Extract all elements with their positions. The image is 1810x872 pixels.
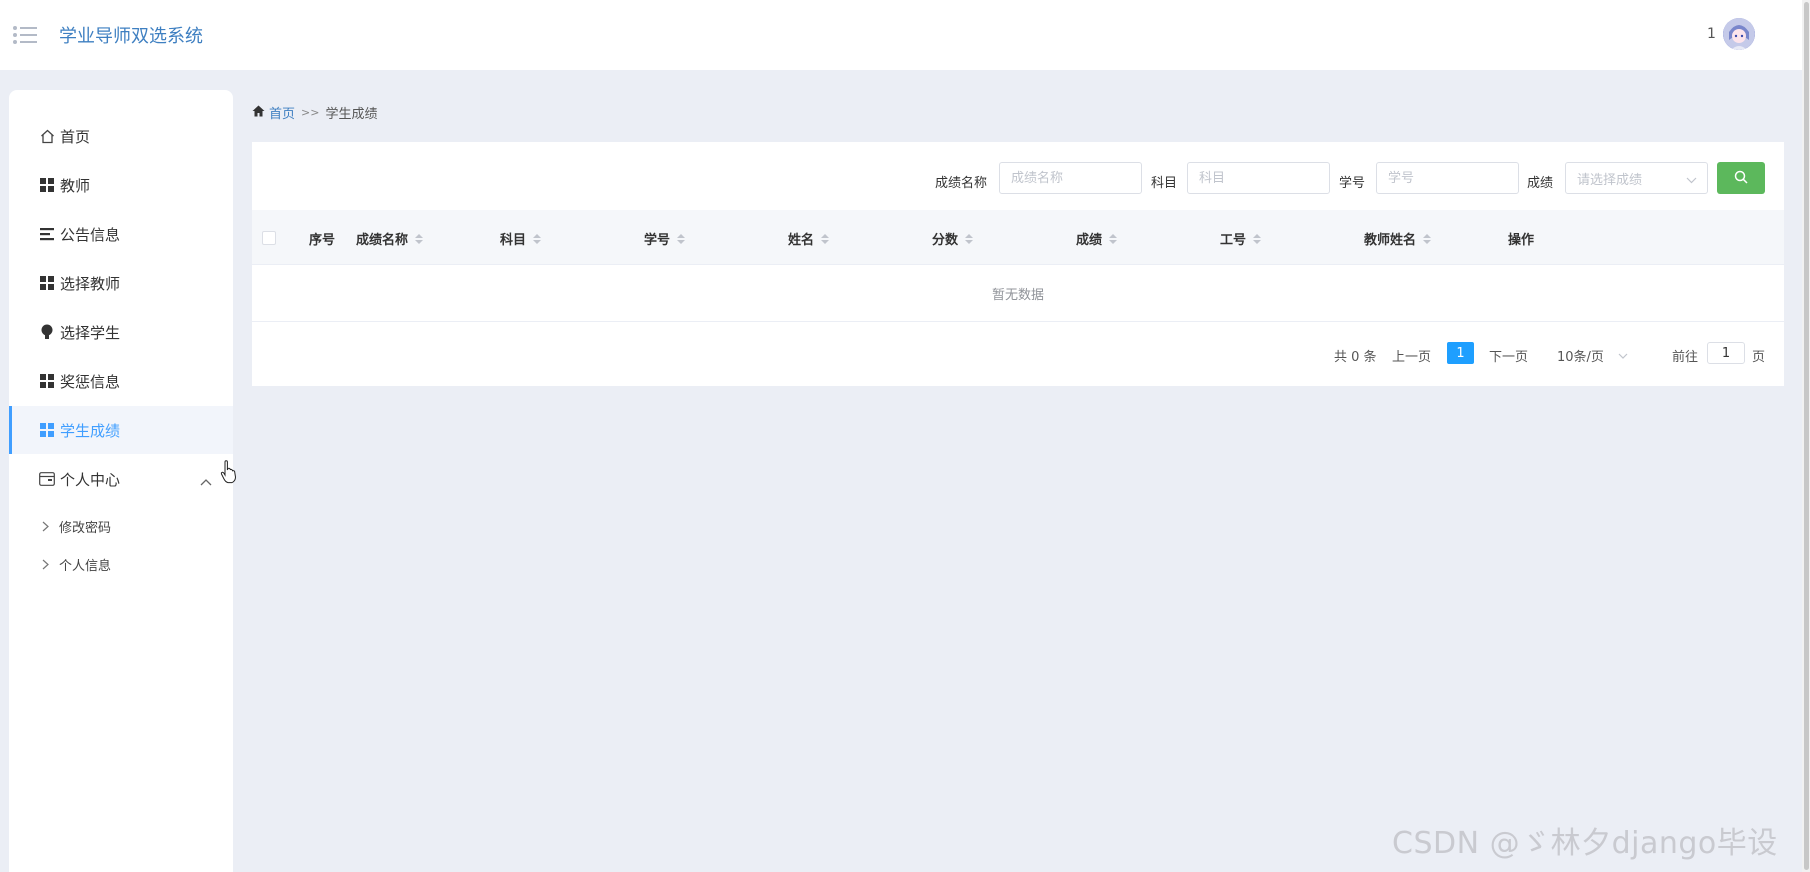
- pagination-page-1[interactable]: 1: [1447, 342, 1474, 364]
- subject-label: 科目: [1151, 176, 1178, 191]
- table-header: 序号 成绩名称 科目 学号 姓名 分数 成绩 工号 教师姓名 操作: [252, 210, 1784, 265]
- chevron-right-icon: [42, 559, 49, 570]
- sidebar-item-label: 选择教师: [60, 274, 121, 293]
- pagination-page-size-label: 10条/页: [1557, 350, 1604, 365]
- select-all-checkbox[interactable]: [262, 231, 276, 245]
- breadcrumb-separator: >>: [301, 106, 320, 119]
- sort-icon[interactable]: [821, 233, 830, 244]
- sidebar-item-choose-student[interactable]: 选择学生: [9, 308, 233, 356]
- student-id-input[interactable]: [1376, 162, 1519, 194]
- grade-name-label: 成绩名称: [935, 176, 988, 191]
- watermark: CSDN @ゞ林夕django毕设: [1392, 826, 1778, 861]
- page-scrollbar-thumb[interactable]: [1804, 2, 1809, 870]
- sidebar-item-home[interactable]: 首页: [9, 112, 233, 160]
- grid-icon: [39, 275, 55, 291]
- sidebar-item-label: 奖惩信息: [60, 372, 121, 391]
- grades-card: 成绩名称 科目 学号 成绩 请选择成绩 序号 成绩名称 科目 学号 姓名 分数 …: [252, 142, 1784, 386]
- pagination-goto-label: 前往: [1672, 350, 1699, 365]
- pagination-prev-button[interactable]: 上一页: [1392, 346, 1431, 365]
- column-header-name[interactable]: 姓名: [788, 229, 830, 248]
- pagination-page-size-select[interactable]: 10条/页: [1557, 346, 1628, 365]
- pagination-total: 共 0 条: [1334, 350, 1377, 365]
- sort-icon[interactable]: [1423, 233, 1432, 244]
- subject-input[interactable]: [1187, 162, 1330, 194]
- sidebar-subitem-personal-info[interactable]: 个人信息: [9, 547, 233, 581]
- chevron-up-icon: [200, 472, 212, 490]
- chevron-down-icon: [1618, 348, 1628, 363]
- grade-label: 成绩: [1527, 176, 1554, 191]
- app-title: 学业导师双选系统: [59, 26, 203, 47]
- pagination-page-unit: 页: [1752, 350, 1766, 365]
- column-header-staff-id[interactable]: 工号: [1220, 229, 1262, 248]
- list-icon: [39, 226, 55, 242]
- column-header-score[interactable]: 分数: [932, 229, 974, 248]
- search-icon: [1734, 169, 1748, 188]
- chevron-down-icon: [1686, 173, 1697, 188]
- sidebar-subitem-change-password[interactable]: 修改密码: [9, 509, 233, 543]
- breadcrumb-home-link[interactable]: 首页: [269, 103, 295, 122]
- pagination-goto-input[interactable]: [1707, 342, 1745, 364]
- user-name[interactable]: 1: [1707, 26, 1716, 42]
- sidebar-item-reward[interactable]: 奖惩信息: [9, 357, 233, 405]
- home-icon: [39, 128, 55, 144]
- home-icon: [252, 105, 265, 121]
- student-id-label: 学号: [1339, 176, 1366, 191]
- sidebar-subitem-label: 个人信息: [59, 558, 112, 574]
- hand-cursor-icon: [220, 460, 238, 484]
- sidebar-item-label: 教师: [60, 176, 91, 195]
- table-empty-row: 暂无数据: [252, 265, 1784, 322]
- sidebar-subitem-label: 修改密码: [59, 520, 112, 536]
- sidebar-item-label: 公告信息: [60, 225, 121, 244]
- sort-icon[interactable]: [677, 233, 686, 244]
- breadcrumb: 首页 >> 学生成绩: [252, 103, 377, 122]
- avatar[interactable]: [1723, 18, 1755, 50]
- column-header-subject[interactable]: 科目: [500, 229, 542, 248]
- column-header-teacher-name[interactable]: 教师姓名: [1364, 229, 1432, 248]
- sidebar-item-label: 学生成绩: [60, 421, 121, 440]
- sidebar-item-label: 选择学生: [60, 323, 121, 342]
- pagination-next-button[interactable]: 下一页: [1489, 346, 1528, 365]
- column-header-grade-name[interactable]: 成绩名称: [356, 229, 424, 248]
- grade-name-input[interactable]: [999, 162, 1142, 194]
- menu-toggle-icon[interactable]: [12, 24, 38, 46]
- sidebar-item-label: 个人中心: [60, 470, 121, 489]
- grid-icon: [39, 422, 55, 438]
- sidebar-item-choose-teacher[interactable]: 选择教师: [9, 259, 233, 307]
- sort-icon[interactable]: [1109, 233, 1118, 244]
- top-header: 学业导师双选系统 1: [0, 0, 1810, 70]
- sort-icon[interactable]: [1253, 233, 1262, 244]
- sort-icon[interactable]: [533, 233, 542, 244]
- grid-icon: [39, 373, 55, 389]
- column-header-grade[interactable]: 成绩: [1076, 229, 1118, 248]
- wallet-icon: [39, 471, 55, 487]
- sidebar-item-student-grades[interactable]: 学生成绩: [9, 406, 233, 454]
- column-header-index: 序号: [309, 233, 336, 248]
- bulb-icon: [39, 324, 55, 340]
- search-button[interactable]: [1717, 162, 1765, 194]
- sidebar-item-personal-center[interactable]: 个人中心: [9, 455, 233, 503]
- sort-icon[interactable]: [415, 233, 424, 244]
- grid-icon: [39, 177, 55, 193]
- sort-icon[interactable]: [965, 233, 974, 244]
- sidebar-item-teacher[interactable]: 教师: [9, 161, 233, 209]
- sidebar-item-notice[interactable]: 公告信息: [9, 210, 233, 258]
- breadcrumb-current: 学生成绩: [325, 107, 378, 122]
- grade-select-placeholder: 请选择成绩: [1577, 172, 1643, 188]
- chevron-right-icon: [42, 521, 49, 532]
- sidebar: 首页 教师 公告信息 选择教师 选择学生 奖惩信息 学生成绩 个人中心 修改密码…: [9, 90, 233, 872]
- sidebar-item-label: 首页: [60, 127, 91, 146]
- column-header-student-id[interactable]: 学号: [644, 229, 686, 248]
- column-header-actions: 操作: [1508, 233, 1535, 248]
- grade-select[interactable]: 请选择成绩: [1565, 162, 1708, 194]
